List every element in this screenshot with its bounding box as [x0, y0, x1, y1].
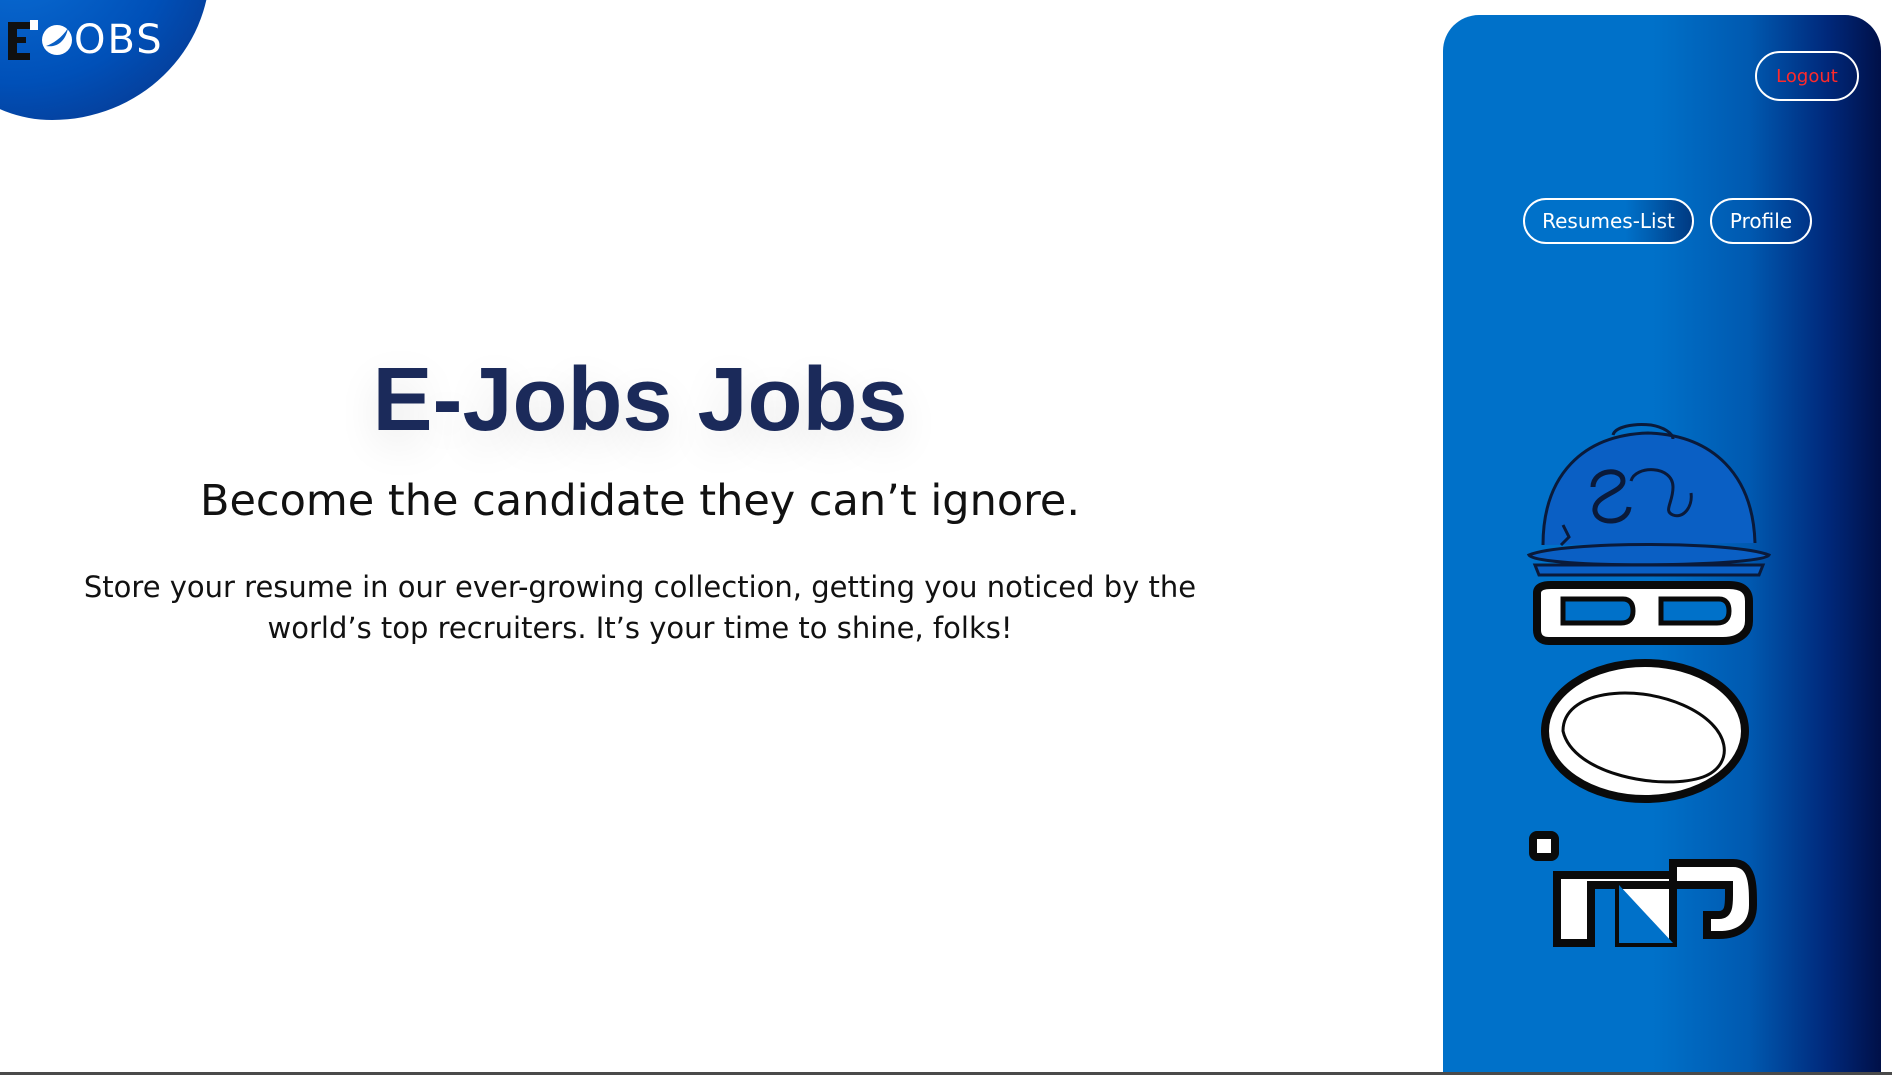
hero-subtitle: Become the candidate they can’t ignore.	[199, 476, 1081, 526]
logo-text: OBS	[74, 17, 164, 63]
page: OBS E-Jobs Jobs Become the candidate the…	[0, 0, 1892, 1075]
page-title: E-Jobs Jobs	[372, 350, 908, 450]
logo-e-icon	[8, 20, 38, 60]
hero-section: E-Jobs Jobs Become the candidate they ca…	[70, 345, 1210, 649]
side-panel: Logout Resumes-List Profile	[1443, 15, 1881, 1075]
logo-swoosh-icon	[42, 25, 72, 55]
hard-hat-job-icon	[1526, 423, 1772, 947]
logo[interactable]: OBS	[8, 18, 164, 62]
nav-resumes-list-button[interactable]: Resumes-List	[1523, 198, 1694, 244]
logout-button[interactable]: Logout	[1755, 51, 1859, 101]
hero-description: Store your resume in our ever-growing co…	[83, 570, 1197, 645]
nav-profile-button[interactable]: Profile	[1710, 198, 1812, 244]
